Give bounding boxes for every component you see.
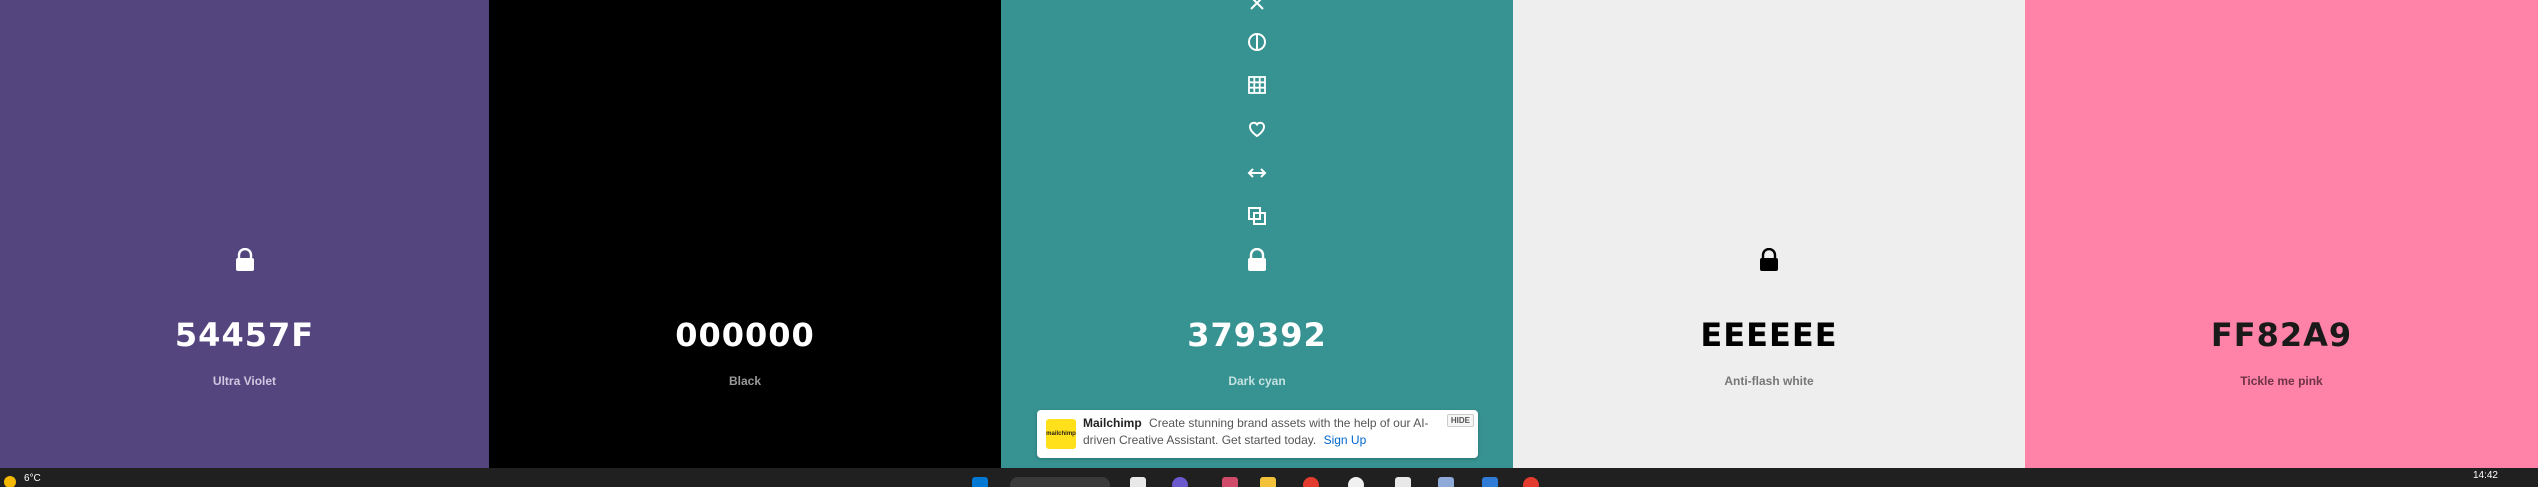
hex-code[interactable]: 000000 (489, 316, 1001, 354)
ad-hide-button[interactable]: HIDE (1446, 414, 1474, 427)
shades-grid-icon[interactable] (1242, 70, 1272, 100)
notepad-icon[interactable] (1438, 477, 1454, 487)
hex-code[interactable]: 379392 (1001, 316, 1513, 354)
color-column-dark-cyan[interactable]: 379392 Dark cyan (1001, 0, 1513, 468)
lock-icon[interactable] (1246, 247, 1268, 272)
color-column-black[interactable]: 000000 Black (489, 0, 1001, 468)
color-name: Anti-flash white (1724, 374, 1814, 388)
mailchimp-logo-icon: mailchimp (1046, 419, 1076, 449)
color-column-anti-flash-white[interactable]: EEEEEE Anti-flash white (1513, 0, 2025, 468)
ad-brand: Mailchimp (1083, 416, 1142, 430)
copy-icon[interactable] (1242, 201, 1272, 231)
search-box[interactable] (1010, 477, 1110, 487)
contrast-icon[interactable] (1242, 27, 1272, 57)
color-name: Dark cyan (1228, 374, 1286, 388)
drag-arrows-icon[interactable] (1242, 158, 1272, 188)
color-name: Ultra Violet (212, 374, 277, 388)
chrome-icon[interactable] (1348, 477, 1364, 487)
lock-icon[interactable] (1758, 247, 1780, 272)
task-view-icon[interactable] (1130, 477, 1146, 487)
browser-icon[interactable] (1303, 477, 1319, 487)
color-name: Black (728, 374, 762, 388)
app-icon[interactable] (1222, 477, 1238, 487)
ad-text: Mailchimp Create stunning brand assets w… (1083, 415, 1443, 449)
vscode-icon[interactable] (1482, 477, 1498, 487)
sun-icon (4, 476, 16, 487)
hex-code[interactable]: 54457F (0, 316, 489, 354)
document-icon[interactable] (1395, 477, 1411, 487)
temperature: 6°C (24, 472, 41, 484)
hex-code[interactable]: FF82A9 (2025, 316, 2538, 354)
ad-signup-link[interactable]: Sign Up (1324, 433, 1367, 447)
heart-icon[interactable] (1242, 114, 1272, 144)
hex-code[interactable]: EEEEEE (1513, 316, 2025, 354)
color-column-ultra-violet[interactable]: 54457F Ultra Violet (0, 0, 489, 468)
color-column-tickle-me-pink[interactable]: FF82A9 Tickle me pink (2025, 0, 2538, 468)
discord-icon[interactable] (1172, 477, 1188, 487)
close-icon[interactable] (1242, 0, 1272, 18)
ad-banner[interactable]: mailchimp Mailchimp Create stunning bran… (1037, 410, 1478, 458)
color-name: Tickle me pink (2240, 374, 2323, 388)
app-red-icon[interactable] (1523, 477, 1539, 487)
weather-widget[interactable]: 6°C (4, 468, 41, 487)
lock-icon[interactable] (234, 247, 256, 272)
palette: 54457F Ultra Violet 000000 Black 379392 … (0, 0, 2538, 468)
file-explorer-icon[interactable] (1260, 477, 1276, 487)
windows-start-icon[interactable] (972, 477, 988, 487)
taskbar: 6°C 14:42 (0, 468, 2538, 487)
clock[interactable]: 14:42 (2473, 470, 2498, 481)
